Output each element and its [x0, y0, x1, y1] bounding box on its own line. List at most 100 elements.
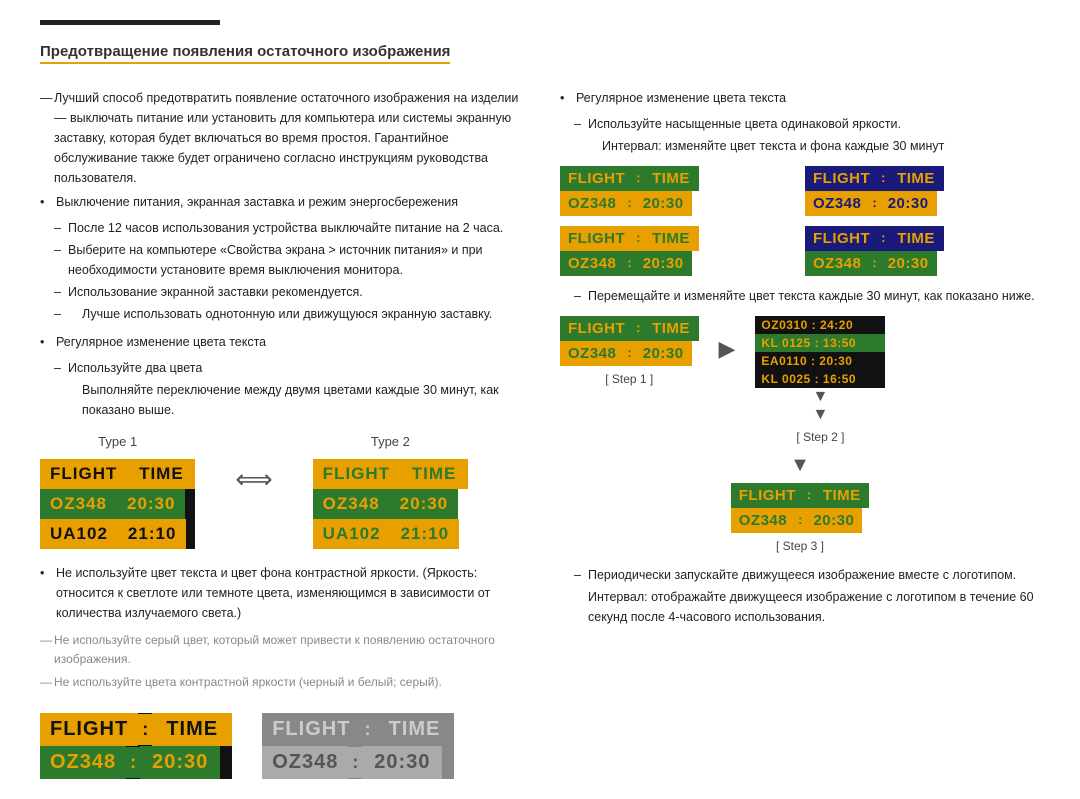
type2-card: FLIGHT TIME OZ348 20:30 UA102 21:10	[313, 459, 468, 549]
bot-gray-oz348: OZ348	[262, 746, 348, 779]
type2-ua102: UA102	[313, 519, 391, 549]
type2-time1: 20:30	[390, 489, 458, 519]
bot-gray-time1: 20:30	[362, 746, 442, 779]
type2-block: Type 2 FLIGHT TIME OZ348 20:30 UA102 21:…	[313, 434, 468, 549]
bot-black-time: TIME	[152, 713, 232, 746]
rc3-flight: FLIGHT	[560, 226, 633, 251]
section1-item1: После 12 часов использования устройства …	[40, 218, 530, 238]
type2-time2: 21:10	[391, 519, 459, 549]
right-sub1: Используйте насыщенные цвета одинаковой …	[560, 114, 1040, 134]
section1-item2: Выберите на компьютере «Свойства экрана …	[40, 240, 530, 280]
step2-arrows: ▼ ▼	[813, 388, 829, 424]
type1-block: Type 1 FLIGHT TIME OZ348 20:30 UA102 21:…	[40, 434, 195, 549]
rc3-time: TIME	[644, 226, 699, 251]
section1-item4: Лучше использовать однотонную или движущ…	[40, 304, 530, 324]
rc1-time1: 20:30	[635, 191, 692, 216]
step2-label: [ Step 2 ]	[796, 430, 844, 444]
rc2-time: TIME	[889, 166, 944, 191]
type2-oz348: OZ348	[313, 489, 390, 519]
rc4-oz348: OZ348	[805, 251, 869, 276]
rc2-oz348: OZ348	[805, 191, 869, 216]
bot-gray-flight: FLIGHT	[262, 713, 360, 746]
type2-label: Type 2	[371, 434, 410, 449]
right-column: Регулярное изменение цвета текста Исполь…	[560, 88, 1040, 779]
bottom-cards-row: FLIGHT : TIME OZ348 : 20:30 FLIGHT : TIM…	[40, 713, 530, 779]
section2-sub1: Используйте два цвета	[40, 358, 530, 378]
rc3-time1: 20:30	[635, 251, 692, 276]
step3-card: FLIGHT : TIME OZ348 : 20:30	[731, 483, 870, 533]
rc4-flight: FLIGHT	[805, 226, 878, 251]
s3-time: TIME	[814, 483, 869, 508]
step2-block: OZ0310 : 24:20 KL 0125 : 13:50 EA0110 : …	[755, 316, 885, 444]
type1-time1: 20:30	[117, 489, 185, 519]
bot-black-flight: FLIGHT	[40, 713, 138, 746]
s1-time1: 20:30	[635, 341, 692, 366]
type1-ua102: UA102	[40, 519, 118, 549]
rc1-oz348: OZ348	[560, 191, 624, 216]
intro-paragraph: Лучший способ предотвратить появление ос…	[40, 88, 530, 188]
bottom-card-black: FLIGHT : TIME OZ348 : 20:30	[40, 713, 232, 779]
s1-oz348: OZ348	[560, 341, 624, 366]
top-line	[40, 20, 220, 25]
type1-label: Type 1	[98, 434, 137, 449]
right-card-4: FLIGHT : TIME OZ348 : 20:30	[805, 226, 1040, 276]
section1-title: Выключение питания, экранная заставка и …	[40, 192, 530, 212]
periodic-text2: Интервал: отображайте движущееся изображ…	[560, 587, 1040, 627]
section1-item3: Использование экранной заставки рекоменд…	[40, 282, 530, 302]
steps-row: FLIGHT : TIME OZ348 : 20:30 [ Step 1 ] ▶	[560, 316, 1040, 444]
step2-card: OZ0310 : 24:20 KL 0125 : 13:50 EA0110 : …	[755, 316, 885, 388]
type1-oz348: OZ348	[40, 489, 117, 519]
s1-time: TIME	[644, 316, 699, 341]
section3-bullet: Не используйте цвет текста и цвет фона к…	[40, 563, 530, 623]
rc4-time1: 20:30	[880, 251, 937, 276]
page-title: Предотвращение появления остаточного изо…	[40, 43, 450, 64]
section2-title: Регулярное изменение цвета текста	[40, 332, 530, 352]
rc3-oz348: OZ348	[560, 251, 624, 276]
type1-card: FLIGHT TIME OZ348 20:30 UA102 21:10	[40, 459, 195, 549]
bot-gray-time: TIME	[374, 713, 454, 746]
s3-flight: FLIGHT	[731, 483, 804, 508]
step2-row3: EA0110 : 20:30	[755, 352, 885, 370]
right-card-3: FLIGHT : TIME OZ348 : 20:30	[560, 226, 795, 276]
step3-label: [ Step 3 ]	[776, 539, 824, 553]
step2-row2: KL 0125 : 13:50	[755, 334, 885, 352]
step1-card: FLIGHT : TIME OZ348 : 20:30	[560, 316, 699, 366]
bot-black-oz348: OZ348	[40, 746, 126, 779]
rc1-flight: FLIGHT	[560, 166, 633, 191]
right-card-2: FLIGHT : TIME OZ348 : 20:30	[805, 166, 1040, 216]
right-sub3: Перемещайте и изменяйте цвет текста кажд…	[560, 286, 1040, 306]
s3-oz348: OZ348	[731, 508, 795, 533]
right-sub2: Интервал: изменяйте цвет текста и фона к…	[560, 136, 1040, 156]
section2-sub1-text: Выполняйте переключение между двумя цвет…	[40, 380, 530, 420]
bottom-card-gray: FLIGHT : TIME OZ348 : 20:30	[262, 713, 454, 779]
periodic-section: Периодически запускайте движущееся изобр…	[560, 565, 1040, 627]
rc2-flight: FLIGHT	[805, 166, 878, 191]
type-arrow: ⟺	[235, 464, 272, 495]
type1-time2: 21:10	[118, 519, 186, 549]
rc1-time: TIME	[644, 166, 699, 191]
step1-block: FLIGHT : TIME OZ348 : 20:30 [ Step 1 ]	[560, 316, 699, 386]
right-cards-grid: FLIGHT : TIME OZ348 : 20:30 FLIGHT : TIM…	[560, 166, 1040, 276]
type-display-row: Type 1 FLIGHT TIME OZ348 20:30 UA102 21:…	[40, 434, 530, 549]
bot-black-time1: 20:30	[140, 746, 220, 779]
section4-dash: Не используйте серый цвет, который может…	[40, 631, 530, 669]
type1-flight-label: FLIGHT	[40, 459, 127, 489]
step1-label: [ Step 1 ]	[605, 372, 653, 386]
right-section-title: Регулярное изменение цвета текста	[560, 88, 1040, 108]
step2-to-step3-arrow: ▼	[790, 454, 810, 477]
section5-dash: Не используйте цвета контрастной яркости…	[40, 673, 530, 692]
s3-time1: 20:30	[805, 508, 862, 533]
step1-to-step2-arrow: ▶	[719, 336, 736, 362]
step2-row1: OZ0310 : 24:20	[755, 316, 885, 334]
periodic-text1: Периодически запускайте движущееся изобр…	[560, 565, 1040, 585]
s1-flight: FLIGHT	[560, 316, 633, 341]
type2-time-label: TIME	[400, 459, 468, 489]
rc4-time: TIME	[889, 226, 944, 251]
step3-area: ▼ FLIGHT : TIME OZ348 : 20:30 [ Step 3 ]	[560, 454, 1040, 553]
type1-time-label: TIME	[127, 459, 195, 489]
step2-row4: KL 0025 : 16:50	[755, 370, 885, 388]
left-column: Лучший способ предотвратить появление ос…	[40, 88, 530, 779]
rc2-time1: 20:30	[880, 191, 937, 216]
right-card-1: FLIGHT : TIME OZ348 : 20:30	[560, 166, 795, 216]
type2-flight-label: FLIGHT	[313, 459, 400, 489]
